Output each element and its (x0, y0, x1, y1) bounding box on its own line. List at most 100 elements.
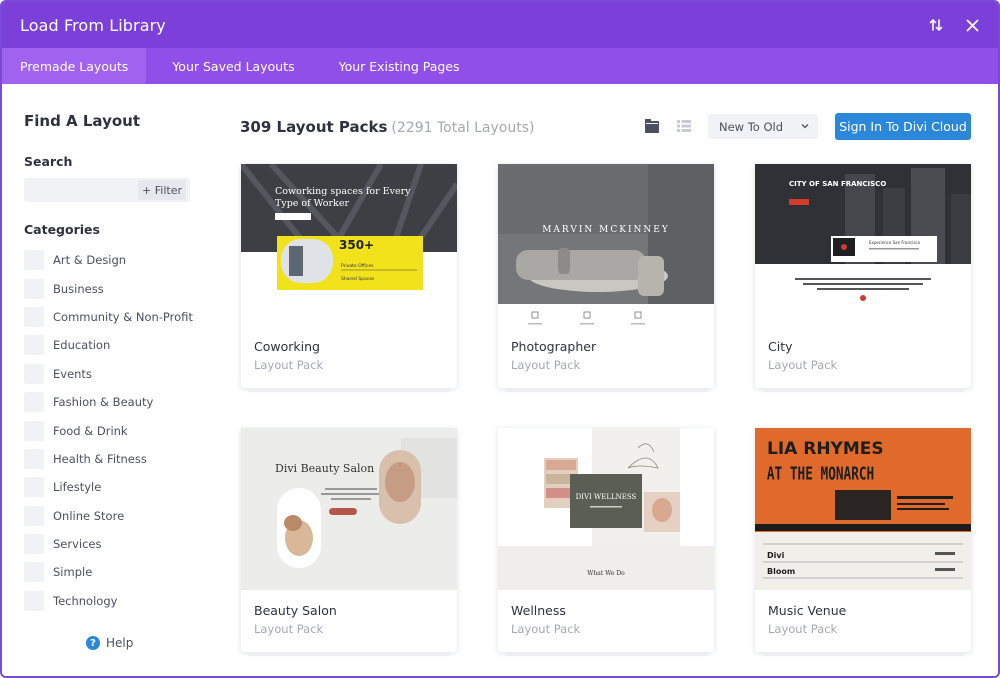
layout-card-type: Layout Pack (254, 358, 324, 372)
category-community-non-profit[interactable]: Community & Non-Profit (24, 303, 193, 331)
category-label: Lifestyle (53, 480, 102, 495)
layout-card-city[interactable]: CITY OF SAN FRANCISCO Experience San Fra… (755, 164, 971, 392)
modal-titlebar: Load From Library (2, 2, 998, 48)
wellness-headline: DIVI WELLNESS (576, 493, 637, 501)
photographer-preview-footer (498, 304, 714, 328)
category-label: Simple (53, 565, 93, 580)
category-label: Events (53, 366, 92, 381)
sort-toggle-button[interactable] (924, 13, 948, 37)
beauty-salon-preview-image: Divi Beauty Salon (241, 428, 457, 590)
filter-sidebar: Find A Layout Search + Filter Categories… (2, 84, 214, 676)
category-checkbox[interactable] (24, 505, 44, 526)
total-layouts-count: (2291 Total Layouts) (391, 120, 535, 136)
category-technology[interactable]: Technology (24, 587, 193, 615)
music-venue-preview-image: LIA RHYMES AT THE MONARCH Divi Bloom (755, 428, 971, 590)
sort-value: New To Old (719, 119, 784, 134)
layout-card-photographer[interactable]: MARVIN MCKINNEY Photographer Layout Pack (498, 164, 714, 392)
coworking-headline-2: Type of Worker (275, 198, 349, 209)
wellness-preview-image: DIVI WELLNESS What We Do (498, 428, 714, 590)
category-label: Technology (53, 593, 118, 608)
up-down-arrows-icon (929, 18, 943, 32)
category-education[interactable]: Education (24, 331, 193, 359)
city-caption: Experience San Francisco (869, 240, 921, 245)
category-checkbox[interactable] (24, 534, 44, 555)
category-events[interactable]: Events (24, 360, 193, 388)
category-label: Online Store (53, 508, 125, 523)
layout-card-type: Layout Pack (254, 622, 324, 636)
close-button[interactable] (960, 13, 984, 37)
layout-card-coworking[interactable]: Coworking spaces for Every Type of Worke… (241, 164, 457, 392)
card-stack-edge (504, 388, 708, 392)
sign-in-divi-cloud-button[interactable]: Sign In To Divi Cloud (835, 113, 971, 140)
filter-button[interactable]: + Filter (138, 180, 186, 200)
layout-card-type: Layout Pack (768, 622, 838, 636)
category-health-fitness[interactable]: Health & Fitness (24, 445, 193, 473)
load-from-library-modal: Load From Library Premade Layouts Your S… (0, 0, 1000, 678)
music-venue-headline-1: LIA RHYMES (767, 439, 884, 459)
category-simple[interactable]: Simple (24, 558, 193, 586)
grid-view-icon[interactable] (644, 118, 660, 134)
category-checkbox[interactable] (24, 477, 44, 498)
layout-card-title: City (768, 339, 793, 354)
category-checkbox[interactable] (24, 590, 44, 611)
layout-card-title: Wellness (511, 603, 566, 618)
search-label: Search (24, 154, 73, 169)
category-art-design[interactable]: Art & Design (24, 246, 193, 274)
coworking-stat: 350+ (339, 238, 374, 252)
category-label: Education (53, 338, 111, 353)
category-list: Art & Design Business Community & Non-Pr… (24, 246, 193, 615)
close-icon (966, 19, 978, 31)
tab-premade-layouts[interactable]: Premade Layouts (2, 48, 147, 84)
photographer-preview-image: MARVIN MCKINNEY (498, 164, 714, 304)
layout-card-beauty-salon[interactable]: Divi Beauty Salon Beauty Salon Layout Pa… (241, 428, 457, 656)
categories-label: Categories (24, 222, 100, 237)
category-label: Services (53, 537, 102, 552)
layout-count: 309 Layout Packs (2291 Total Layouts) (240, 118, 534, 136)
category-lifestyle[interactable]: Lifestyle (24, 473, 193, 501)
card-stack-edge (247, 652, 451, 656)
layout-pack-count: 309 Layout Packs (240, 118, 388, 136)
help-link[interactable]: ? Help (86, 636, 133, 650)
card-stack-edge (247, 388, 451, 392)
wellness-subheading: What We Do (587, 570, 625, 577)
coworking-item-2: Shared Spaces (341, 276, 375, 282)
category-label: Community & Non-Profit (53, 309, 193, 324)
layout-card-title: Coworking (254, 339, 320, 354)
layout-card-title: Music Venue (768, 603, 847, 618)
tab-your-saved-layouts[interactable]: Your Saved Layouts (154, 48, 312, 84)
category-checkbox[interactable] (24, 420, 44, 441)
layout-card-music-venue[interactable]: LIA RHYMES AT THE MONARCH Divi Bloom Mus… (755, 428, 971, 656)
modal-title: Load From Library (20, 15, 166, 35)
help-icon: ? (86, 636, 100, 650)
category-checkbox[interactable] (24, 306, 44, 327)
city-headline: CITY OF SAN FRANCISCO (789, 180, 886, 188)
category-label: Food & Drink (53, 423, 128, 438)
titlebar-actions (912, 13, 984, 37)
tab-your-existing-pages[interactable]: Your Existing Pages (321, 48, 478, 84)
coworking-headline-1: Coworking spaces for Every (275, 186, 411, 197)
category-services[interactable]: Services (24, 530, 193, 558)
category-checkbox[interactable] (24, 392, 44, 413)
category-checkbox[interactable] (24, 250, 44, 271)
category-checkbox[interactable] (24, 335, 44, 356)
category-business[interactable]: Business (24, 274, 193, 302)
category-checkbox[interactable] (24, 448, 44, 469)
coworking-preview-image: Coworking spaces for Every Type of Worke… (241, 164, 457, 304)
category-food-drink[interactable]: Food & Drink (24, 416, 193, 444)
layout-browser: 309 Layout Packs (2291 Total Layouts) New… (214, 84, 998, 676)
sort-select[interactable]: New To Old (708, 114, 818, 139)
category-checkbox[interactable] (24, 363, 44, 384)
layout-card-wellness[interactable]: DIVI WELLNESS What We Do Wellness Layout… (498, 428, 714, 656)
category-checkbox[interactable] (24, 562, 44, 583)
photographer-headline: MARVIN MCKINNEY (542, 225, 670, 235)
category-online-store[interactable]: Online Store (24, 502, 193, 530)
search-input[interactable]: + Filter (24, 178, 190, 202)
help-label: Help (106, 636, 134, 650)
category-checkbox[interactable] (24, 278, 44, 299)
music-venue-row-1: Divi (767, 551, 785, 560)
layout-card-type: Layout Pack (768, 358, 838, 372)
category-fashion-beauty[interactable]: Fashion & Beauty (24, 388, 193, 416)
category-label: Art & Design (53, 253, 127, 268)
list-view-icon[interactable] (676, 118, 692, 134)
category-label: Health & Fitness (53, 451, 147, 466)
